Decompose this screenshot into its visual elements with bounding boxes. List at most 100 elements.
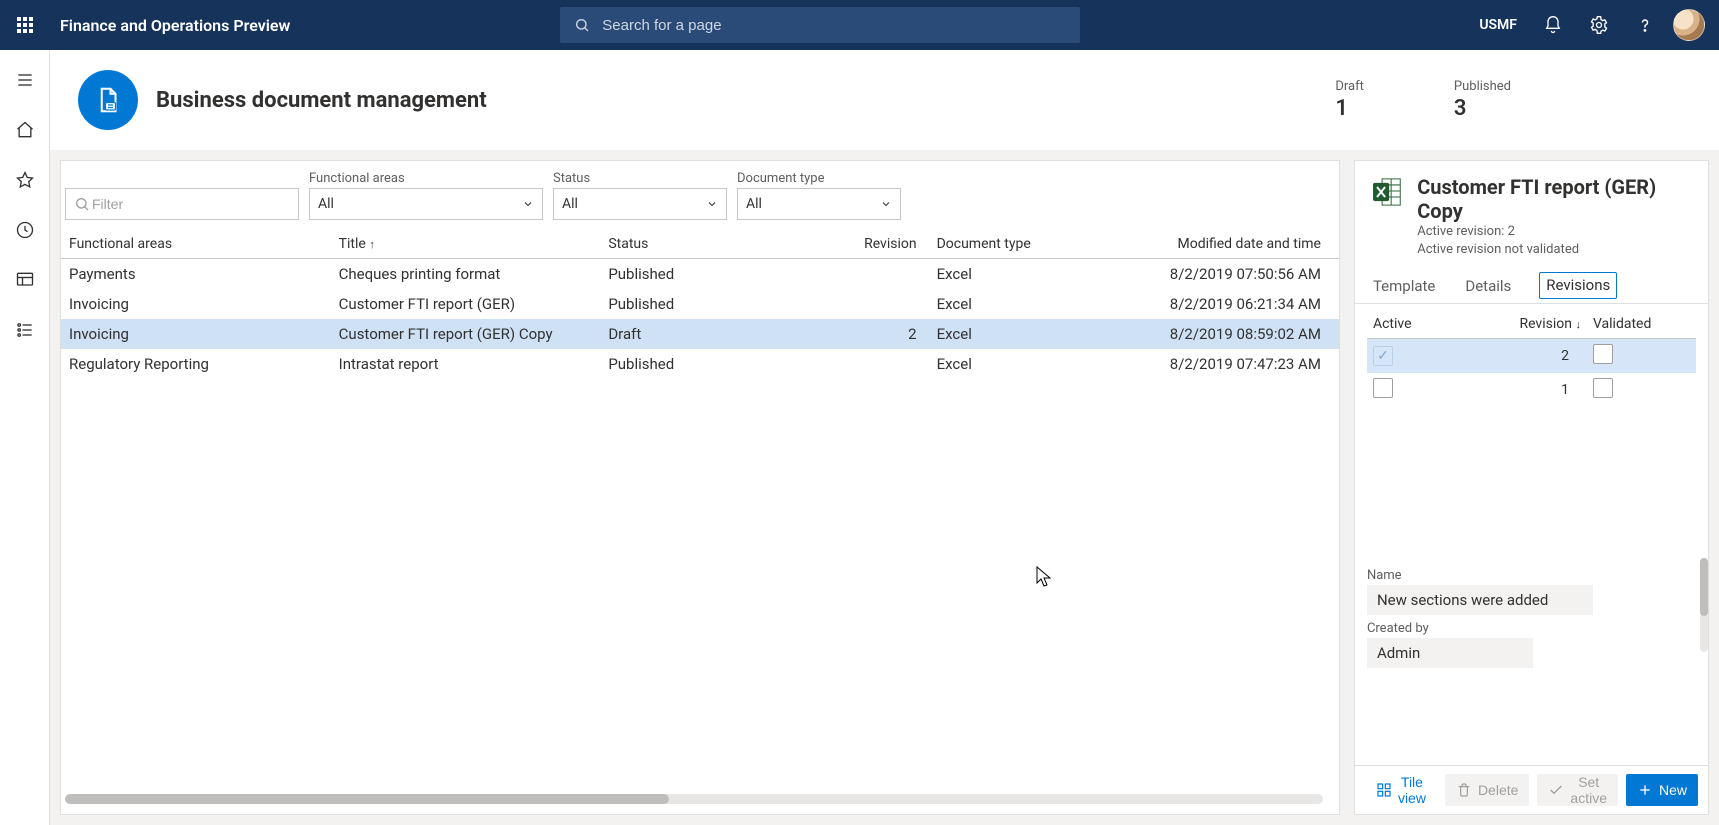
tab-revisions[interactable]: Revisions <box>1539 272 1617 299</box>
cell-doctype: Excel <box>929 319 1128 349</box>
delete-button[interactable]: Delete <box>1445 774 1529 806</box>
filter-row: Functional areas All Status All Document… <box>61 161 1339 220</box>
cell-modified: 8/2/2019 08:59:02 AM <box>1128 319 1339 349</box>
tile-view-button[interactable]: Tile view <box>1365 774 1437 806</box>
stat-draft[interactable]: Draft 1 <box>1335 79 1364 121</box>
search-input[interactable] <box>600 16 1066 35</box>
combo-doctype-label: Document type <box>737 171 901 186</box>
table-row[interactable]: InvoicingCustomer FTI report (GER)Publis… <box>61 289 1339 319</box>
filter-search-icon <box>74 196 90 212</box>
rail-modules[interactable] <box>7 316 43 344</box>
company-selector[interactable]: USMF <box>1471 17 1525 33</box>
detail-title: Customer FTI report (GER) Copy <box>1417 175 1692 223</box>
vertical-scrollbar[interactable] <box>1700 558 1708 652</box>
combo-doctype: Document type All <box>737 171 901 220</box>
search-bar[interactable] <box>560 7 1080 43</box>
filter-input[interactable] <box>90 195 290 213</box>
col-doctype[interactable]: Document type <box>929 230 1128 259</box>
set-active-button[interactable]: Set active <box>1537 774 1618 806</box>
help-button[interactable] <box>1627 7 1663 43</box>
cell-status: Published <box>600 349 846 379</box>
col-status[interactable]: Status <box>600 230 846 259</box>
user-avatar[interactable] <box>1673 9 1705 41</box>
rail-expand-button[interactable] <box>7 66 43 94</box>
rev-col-validated[interactable]: Validated <box>1587 310 1696 339</box>
active-checkbox[interactable] <box>1373 378 1393 398</box>
settings-button[interactable] <box>1581 7 1617 43</box>
combo-status-box[interactable]: All <box>553 188 727 220</box>
cell-revision <box>847 259 929 290</box>
cell-fa: Invoicing <box>61 289 331 319</box>
workspace-icon <box>15 270 35 290</box>
combo-doctype-box[interactable]: All <box>737 188 901 220</box>
cell-fa: Payments <box>61 259 331 290</box>
detail-tabs: Template Details Revisions <box>1355 266 1708 304</box>
app-launcher-button[interactable] <box>0 0 50 50</box>
revisions-grid-wrap: Active Revision ↓ Validated 21 <box>1355 304 1708 558</box>
rev-col-active[interactable]: Active <box>1367 310 1487 339</box>
combo-status-value: All <box>562 196 578 212</box>
field-createdby-value[interactable]: Admin <box>1367 638 1533 668</box>
cell-doctype: Excel <box>929 349 1128 379</box>
col-modified[interactable]: Modified date and time <box>1128 230 1339 259</box>
col-title[interactable]: Title ↑ <box>331 230 601 259</box>
scrollbar-thumb[interactable] <box>65 794 669 804</box>
table-row[interactable]: 1 <box>1367 373 1696 407</box>
cell-revision: 1 <box>1487 373 1587 407</box>
rail-favorites[interactable] <box>7 166 43 194</box>
validated-checkbox[interactable] <box>1593 344 1613 364</box>
field-name-value[interactable]: New sections were added <box>1367 585 1593 615</box>
cell-revision <box>847 349 929 379</box>
trash-icon <box>1456 782 1472 798</box>
table-row[interactable]: Regulatory ReportingIntrastat reportPubl… <box>61 349 1339 379</box>
combo-fa-box[interactable]: All <box>309 188 543 220</box>
table-row[interactable]: 2 <box>1367 339 1696 374</box>
rail-recent[interactable] <box>7 216 43 244</box>
cell-title: Intrastat report <box>331 349 601 379</box>
detail-sub1: Active revision: 2 <box>1417 223 1692 241</box>
bell-icon <box>1543 15 1563 35</box>
cell-doctype: Excel <box>929 259 1128 290</box>
filter-input-wrap[interactable] <box>65 188 299 220</box>
stat-published-value: 3 <box>1454 96 1511 121</box>
help-icon <box>1635 15 1655 35</box>
scrollbar-thumb[interactable] <box>1700 558 1708 616</box>
validated-checkbox[interactable] <box>1593 378 1613 398</box>
check-icon <box>1548 782 1564 798</box>
cell-active <box>1367 373 1487 407</box>
col-revision[interactable]: Revision <box>847 230 929 259</box>
star-icon <box>15 170 35 190</box>
cell-title: Customer FTI report (GER) Copy <box>331 319 601 349</box>
table-row[interactable]: InvoicingCustomer FTI report (GER) CopyD… <box>61 319 1339 349</box>
horizontal-scrollbar[interactable] <box>65 794 1323 804</box>
gear-icon <box>1589 15 1609 35</box>
page-title: Business document management <box>156 88 487 113</box>
page-icon <box>78 70 138 130</box>
col-functional-areas[interactable]: Functional areas <box>61 230 331 259</box>
stat-published[interactable]: Published 3 <box>1454 79 1511 121</box>
documents-grid-wrap: Functional areas Title ↑ Status Revision… <box>61 230 1339 814</box>
table-row[interactable]: PaymentsCheques printing formatPublished… <box>61 259 1339 290</box>
combo-fa-label: Functional areas <box>309 171 543 186</box>
chevron-down-icon <box>522 198 534 210</box>
rail-home[interactable] <box>7 116 43 144</box>
combo-functional-areas: Functional areas All <box>309 171 543 220</box>
active-checkbox[interactable] <box>1373 346 1393 366</box>
stat-published-label: Published <box>1454 79 1511 94</box>
cell-active <box>1367 339 1487 374</box>
plus-icon <box>1637 782 1653 798</box>
cell-validated <box>1587 339 1696 374</box>
tab-template[interactable]: Template <box>1371 271 1437 303</box>
notifications-button[interactable] <box>1535 7 1571 43</box>
cell-modified: 8/2/2019 07:50:56 AM <box>1128 259 1339 290</box>
cell-modified: 8/2/2019 07:47:23 AM <box>1128 349 1339 379</box>
new-button[interactable]: New <box>1626 774 1698 806</box>
tab-details[interactable]: Details <box>1463 271 1513 303</box>
combo-fa-value: All <box>318 196 334 212</box>
tile-icon <box>1376 782 1392 798</box>
rev-col-revision[interactable]: Revision ↓ <box>1487 310 1587 339</box>
documents-panel: Functional areas All Status All Document… <box>60 160 1340 815</box>
rail-workspaces[interactable] <box>7 266 43 294</box>
chevron-down-icon <box>706 198 718 210</box>
detail-header: Customer FTI report (GER) Copy Active re… <box>1355 161 1708 266</box>
